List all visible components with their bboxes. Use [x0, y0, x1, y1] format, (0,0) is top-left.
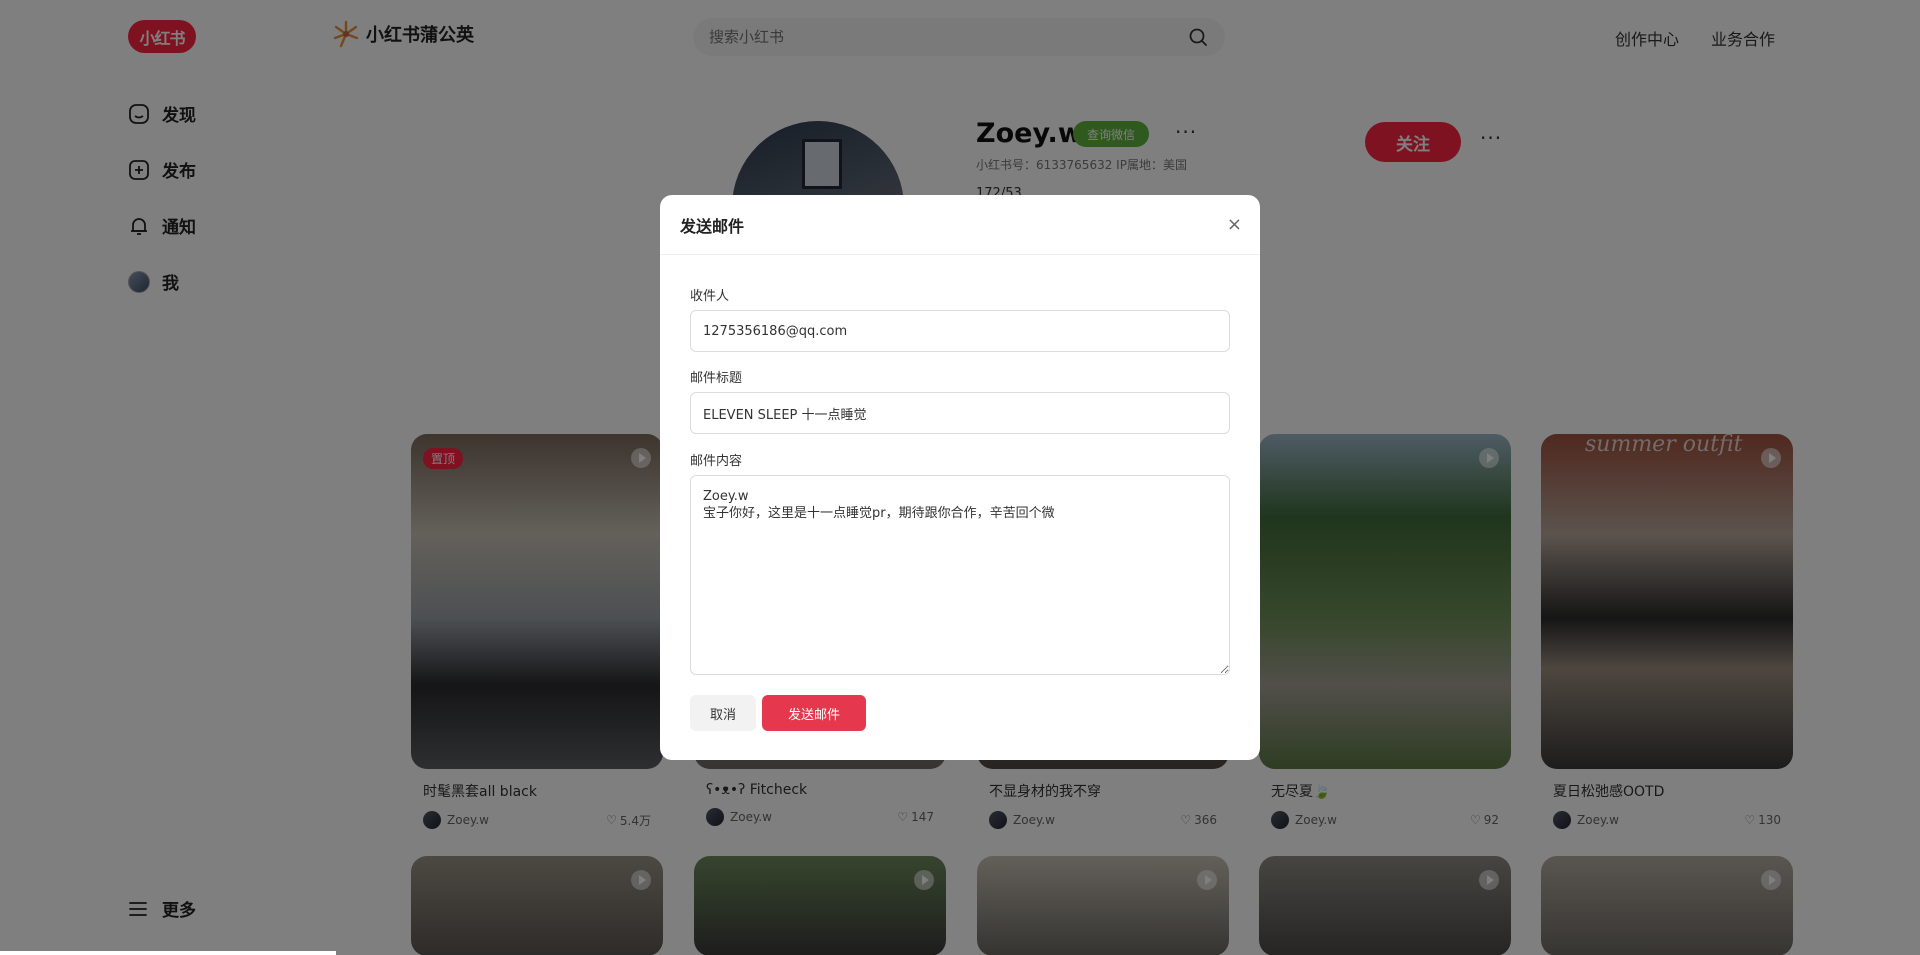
content-label: 邮件内容: [690, 454, 743, 469]
recipient-field[interactable]: [690, 310, 1230, 352]
content-field[interactable]: Zoey.w 宝子你好，这里是十一点睡觉pr，期待跟你合作，辛苦回个微: [690, 475, 1230, 675]
subject-label: 邮件标题: [690, 371, 743, 386]
recipient-label: 收件人: [690, 289, 730, 304]
subject-field[interactable]: [690, 392, 1230, 434]
close-icon[interactable]: ×: [1227, 214, 1242, 235]
cancel-button[interactable]: 取消: [690, 695, 756, 731]
dialog-header: 发送邮件 ×: [660, 195, 1260, 255]
send-email-button[interactable]: 发送邮件: [762, 695, 866, 731]
send-email-dialog: 发送邮件 × 收件人 邮件标题 邮件内容 Zoey.w 宝子你好，这里是十一点睡…: [660, 195, 1260, 760]
scroll-indicator: [0, 951, 336, 955]
dialog-title: 发送邮件: [680, 216, 745, 236]
